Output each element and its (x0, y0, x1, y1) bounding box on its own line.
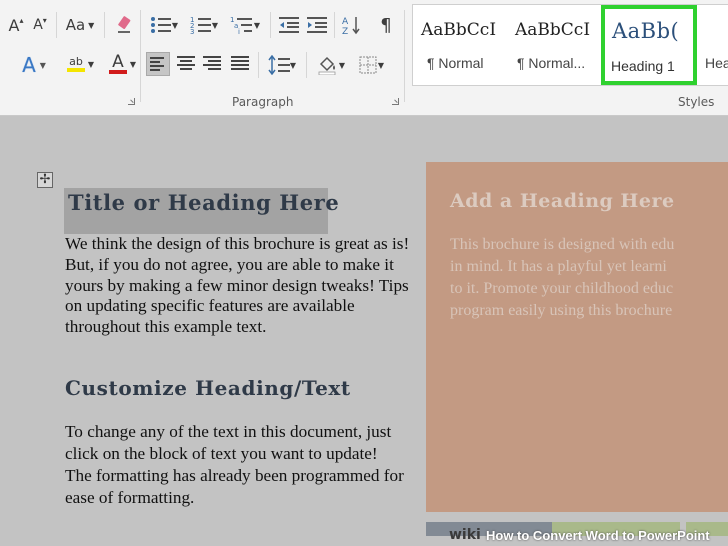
change-case-button[interactable]: Aa ▼ (62, 14, 98, 36)
svg-text:i: i (238, 28, 240, 35)
styles-group-label: Styles (678, 95, 715, 109)
style-no-spacing[interactable]: AaBbCcI ¶ Normal... (507, 5, 599, 85)
document-page: ✢ Title or Heading Here We think the des… (0, 136, 728, 546)
watermark-wiki: wiki (449, 527, 481, 543)
svg-text:3: 3 (190, 28, 194, 35)
style-heading-1-name: Heading 1 (611, 58, 675, 74)
bullets-icon (150, 17, 171, 33)
increase-indent-icon (307, 17, 327, 33)
multilevel-list-icon: 1ai (230, 16, 252, 35)
style-no-spacing-preview: AaBbCcI (515, 20, 591, 40)
side-panel[interactable]: Add a Heading Here This brochure is desi… (426, 162, 728, 512)
align-left-button[interactable] (146, 52, 170, 76)
title-heading[interactable]: Title or Heading Here (64, 188, 339, 234)
paragraph-group-label: Paragraph (232, 95, 294, 109)
svg-text:Z: Z (342, 27, 348, 35)
change-case-label: Aa (65, 16, 86, 34)
font-dialog-launcher[interactable] (128, 98, 135, 105)
borders-icon (359, 56, 377, 74)
show-formatting-marks-button[interactable]: ¶ (374, 12, 398, 38)
borders-button[interactable]: ▼ (352, 52, 390, 78)
increase-indent-button[interactable] (304, 12, 330, 38)
font-color-button[interactable]: A ▼ (98, 50, 138, 78)
ribbon: A ▴ A ▾ Aa ▼ ▼ 123 ▼ 1ai ▼ AZ ¶ A ▼ ab ▼… (0, 0, 728, 116)
text-effects-button[interactable]: A ▼ (14, 52, 54, 78)
style-normal-preview: AaBbCcI (421, 20, 497, 40)
style-heading-2-name: Hea (705, 55, 728, 71)
styles-gallery: AaBbCcI ¶ Normal AaBbCcI ¶ Normal... AaB… (412, 4, 728, 86)
decrease-indent-icon (279, 17, 299, 33)
decrease-indent-button[interactable] (276, 12, 302, 38)
clear-formatting-button[interactable] (112, 12, 136, 38)
font-color-swatch (109, 70, 127, 74)
paragraph-dialog-launcher[interactable] (392, 98, 399, 105)
style-normal-name: ¶ Normal (427, 55, 484, 71)
wikihow-watermark: wiki How to Convert Word to PowerPoint (0, 524, 728, 546)
side-panel-body: This brochure is designed with edu in mi… (450, 234, 728, 322)
side-panel-line: in mind. It has a playful yet learni (450, 258, 667, 275)
style-heading-2[interactable]: Hea (701, 5, 728, 85)
grow-font-button[interactable]: A ▾ (30, 14, 50, 36)
sort-button[interactable]: AZ (340, 12, 364, 38)
side-panel-heading: Add a Heading Here (450, 190, 675, 212)
watermark-title: How to Convert Word to PowerPoint (486, 528, 710, 543)
multilevel-list-button[interactable]: 1ai ▼ (226, 12, 264, 38)
numbering-button[interactable]: 123 ▼ (186, 12, 222, 38)
bullets-button[interactable]: ▼ (146, 12, 182, 38)
body-paragraph-1[interactable]: We think the design of this brochure is … (65, 234, 415, 338)
clear-formatting-icon (118, 16, 131, 33)
highlight-color-swatch (67, 68, 85, 72)
style-heading-1-preview: AaBb( (612, 19, 680, 43)
line-spacing-button[interactable]: ▼ (264, 52, 300, 78)
shading-button[interactable]: ▼ (312, 52, 350, 78)
grow-font-icon: A (33, 17, 43, 33)
style-no-spacing-name: ¶ Normal... (517, 55, 586, 71)
shrink-font-button[interactable]: A ▴ (6, 14, 26, 36)
paint-bucket-icon (318, 56, 336, 75)
line-spacing-icon (268, 55, 290, 75)
document-area: ✢ Title or Heading Here We think the des… (0, 136, 728, 546)
style-normal[interactable]: AaBbCcI ¶ Normal (413, 5, 505, 85)
style-heading-1[interactable]: AaBb( Heading 1 (601, 5, 697, 85)
customize-heading[interactable]: Customize Heading/Text (65, 376, 351, 400)
svg-text:A: A (342, 17, 349, 27)
body-paragraph-2[interactable]: To change any of the text in this docume… (65, 421, 405, 509)
side-panel-line: This brochure is designed with edu (450, 236, 675, 253)
align-right-button[interactable] (200, 52, 224, 76)
numbering-icon: 123 (190, 16, 211, 35)
align-center-button[interactable] (174, 52, 198, 76)
shrink-font-icon: A (8, 15, 20, 35)
font-color-icon: A (112, 52, 124, 72)
highlight-color-button[interactable]: ab ▼ (56, 50, 96, 78)
justify-button[interactable] (228, 52, 252, 76)
pilcrow-icon: ¶ (380, 14, 392, 36)
highlighter-icon: ab (69, 55, 83, 68)
side-panel-line: program easily using this brochure (450, 302, 673, 319)
table-move-handle-icon[interactable]: ✢ (37, 172, 53, 188)
side-panel-line: to it. Promote your childhood educ (450, 280, 674, 297)
text-effects-icon: A (22, 53, 36, 77)
sort-icon: AZ (342, 17, 360, 35)
